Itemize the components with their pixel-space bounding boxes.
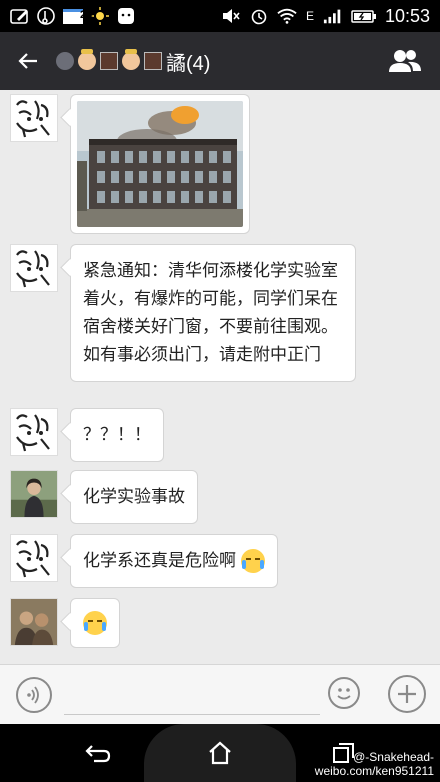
avatar[interactable] [10, 94, 58, 142]
message-row: 化学实验事故 [10, 470, 198, 524]
calendar-day: 24 [80, 9, 93, 21]
message-text: 化学系还真是危险啊 [83, 551, 236, 571]
avatar[interactable] [10, 598, 58, 646]
watermark-line2: weibo.com/ken951211 [314, 764, 434, 778]
mute-icon [221, 7, 241, 25]
photo-avatar-group [11, 599, 57, 645]
avatar[interactable] [10, 244, 58, 292]
plus-icon [398, 685, 416, 703]
message-row [10, 598, 120, 648]
group-members-button[interactable] [388, 44, 422, 78]
princess-emoji [122, 49, 140, 70]
home-nav-button[interactable] [206, 740, 234, 766]
princess-emoji [78, 49, 96, 70]
message-text: ？？！！ [83, 425, 151, 445]
alarm-icon [249, 7, 269, 25]
back-nav-button[interactable] [84, 740, 112, 766]
building-fire-photo[interactable] [77, 101, 243, 227]
nav-back-icon [85, 745, 111, 763]
weibo-watermark: @-Snakehead- weibo.com/ken951211 [315, 750, 434, 778]
watermark-line1: @-Snakehead- [353, 750, 434, 764]
music-icon [36, 7, 56, 25]
back-arrow-icon [18, 53, 37, 69]
text-message-bubble[interactable]: ？？！！ [70, 408, 164, 462]
text-message-bubble[interactable]: 紧急通知：清华何添楼化学实验室着火，有爆炸的可能，同学们呆在宿舍楼关好门窗，不要… [70, 244, 356, 382]
chat-title-text: 譎(4) [166, 52, 211, 75]
more-actions-button[interactable] [388, 675, 426, 713]
battery-icon [351, 7, 377, 25]
crying-laughing-emoji [241, 549, 266, 573]
brown-square-emoji [144, 52, 162, 70]
status-bar: 24 E 10:53 [0, 0, 440, 32]
chat-header: 譎(4) [0, 32, 440, 90]
doodle-avatar-icon [16, 250, 50, 288]
crying-laughing-emoji [83, 611, 107, 635]
message-row: ？？！！ [10, 408, 164, 462]
chat-message-list[interactable]: 紧急通知：清华何添楼化学实验室着火，有爆炸的可能，同学们呆在宿舍楼关好门窗，不要… [0, 90, 440, 664]
gray-face-emoji [56, 52, 74, 70]
doodle-avatar-icon [16, 540, 50, 578]
avatar[interactable] [10, 408, 58, 456]
signal-icon [323, 7, 343, 25]
image-message-bubble[interactable] [70, 94, 250, 234]
avatar[interactable] [10, 534, 58, 582]
message-text: 紧急通知：清华何添楼化学实验室着火，有爆炸的可能，同学们呆在宿舍楼关好门窗，不要… [83, 261, 338, 365]
message-row: 紧急通知：清华何添楼化学实验室着火，有爆炸的可能，同学们呆在宿舍楼关好门窗，不要… [10, 244, 356, 382]
voice-input-button[interactable] [16, 677, 52, 713]
message-text: 化学实验事故 [83, 487, 185, 507]
emoji-picker-icon [337, 688, 351, 700]
doodle-avatar-icon [16, 414, 50, 452]
message-input-bar [0, 664, 440, 724]
doodle-avatar-icon [16, 100, 50, 138]
system-navigation-bar: @-Snakehead- weibo.com/ken951211 [0, 724, 440, 782]
back-button[interactable] [0, 32, 56, 90]
network-type: E [305, 9, 314, 23]
message-row [10, 94, 250, 234]
photo-avatar-outdoor [11, 471, 57, 517]
emoji-picker-button[interactable] [328, 677, 360, 709]
wifi-icon [277, 7, 297, 25]
group-members-icon [389, 50, 421, 72]
emoji-message-bubble[interactable] [70, 598, 120, 648]
avatar[interactable] [10, 470, 58, 518]
message-text-field[interactable] [64, 714, 320, 715]
nav-home-icon [209, 741, 231, 765]
sun-icon [90, 7, 110, 25]
clock-time: 10:53 [384, 5, 430, 26]
message-row: 化学系还真是危险啊 [10, 534, 279, 588]
text-message-bubble[interactable]: 化学系还真是危险啊 [70, 534, 279, 588]
text-message-bubble[interactable]: 化学实验事故 [70, 470, 198, 524]
voice-input-icon [27, 686, 39, 704]
notification-face-icon [116, 7, 136, 25]
chat-title: 譎(4) [56, 47, 210, 76]
brown-square-emoji [100, 52, 118, 70]
edit-icon [10, 7, 30, 25]
